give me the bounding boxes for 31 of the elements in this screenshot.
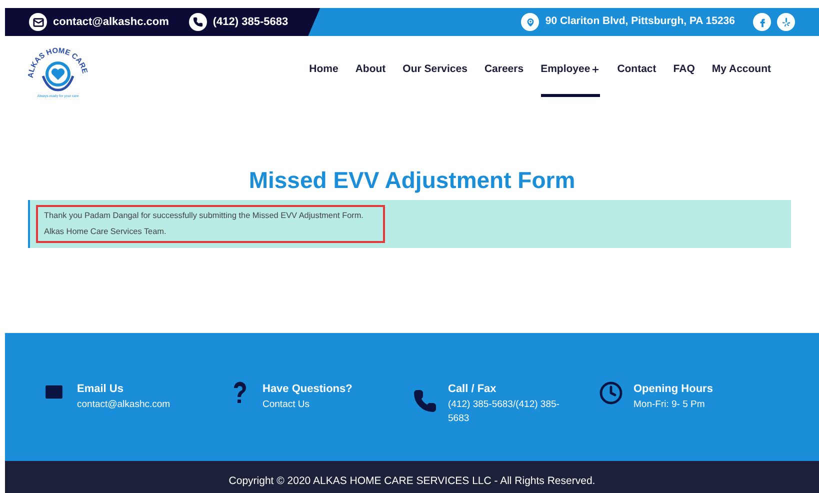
message-text: Alkas Home Care Services Team. xyxy=(44,226,168,238)
nav-link[interactable]: Our Services xyxy=(402,60,468,97)
nav-link[interactable]: About xyxy=(355,60,386,97)
nav-link[interactable]: FAQ xyxy=(673,60,695,97)
nav-link[interactable]: Employee xyxy=(540,60,600,97)
plus-icon xyxy=(591,65,600,74)
email-link[interactable]: contact@alkashc.com xyxy=(53,14,169,30)
footer-heading: Call / Fax xyxy=(448,382,498,397)
footer-text: Mon-Fri: 9- 5 Pm xyxy=(634,398,706,412)
message-text: Thank you Padam Dangal for successfully submitting the Missed EVV Adjustment Form. xyxy=(44,210,364,222)
footer-text: contact@alkashc.com xyxy=(77,398,172,412)
phone-icon xyxy=(188,13,207,31)
footer-heading: Have Questions? xyxy=(262,382,354,397)
footer-text: (412) 385-5683/(412) 385-5683 xyxy=(448,398,560,426)
phone-link[interactable]: (412) 385-5683 xyxy=(212,14,288,30)
nav-link[interactable]: Contact xyxy=(617,60,656,97)
phone-icon xyxy=(413,389,437,413)
location-pin-icon xyxy=(521,13,540,31)
clock-icon xyxy=(598,381,622,405)
nav-link[interactable]: My Account xyxy=(712,60,771,97)
question-mark-icon xyxy=(232,381,248,405)
page-title: Missed EVV Adjustment Form xyxy=(248,166,576,195)
address-text: 90 Clariton Blvd, Pittsburgh, PA 15236 xyxy=(545,14,735,30)
footer-heading: Email Us xyxy=(77,382,124,397)
footer-text[interactable]: Contact Us xyxy=(262,398,388,412)
footer-heading: Opening Hours xyxy=(634,382,714,397)
nav-link[interactable]: Careers xyxy=(484,60,524,97)
nav-link[interactable]: Home xyxy=(309,60,338,97)
yelp-icon[interactable] xyxy=(777,13,795,31)
facebook-icon[interactable] xyxy=(753,13,771,31)
copyright-text: Copyright © 2020 ALKAS HOME CARE SERVICES LLC - All Rights Reserved. xyxy=(228,474,596,490)
